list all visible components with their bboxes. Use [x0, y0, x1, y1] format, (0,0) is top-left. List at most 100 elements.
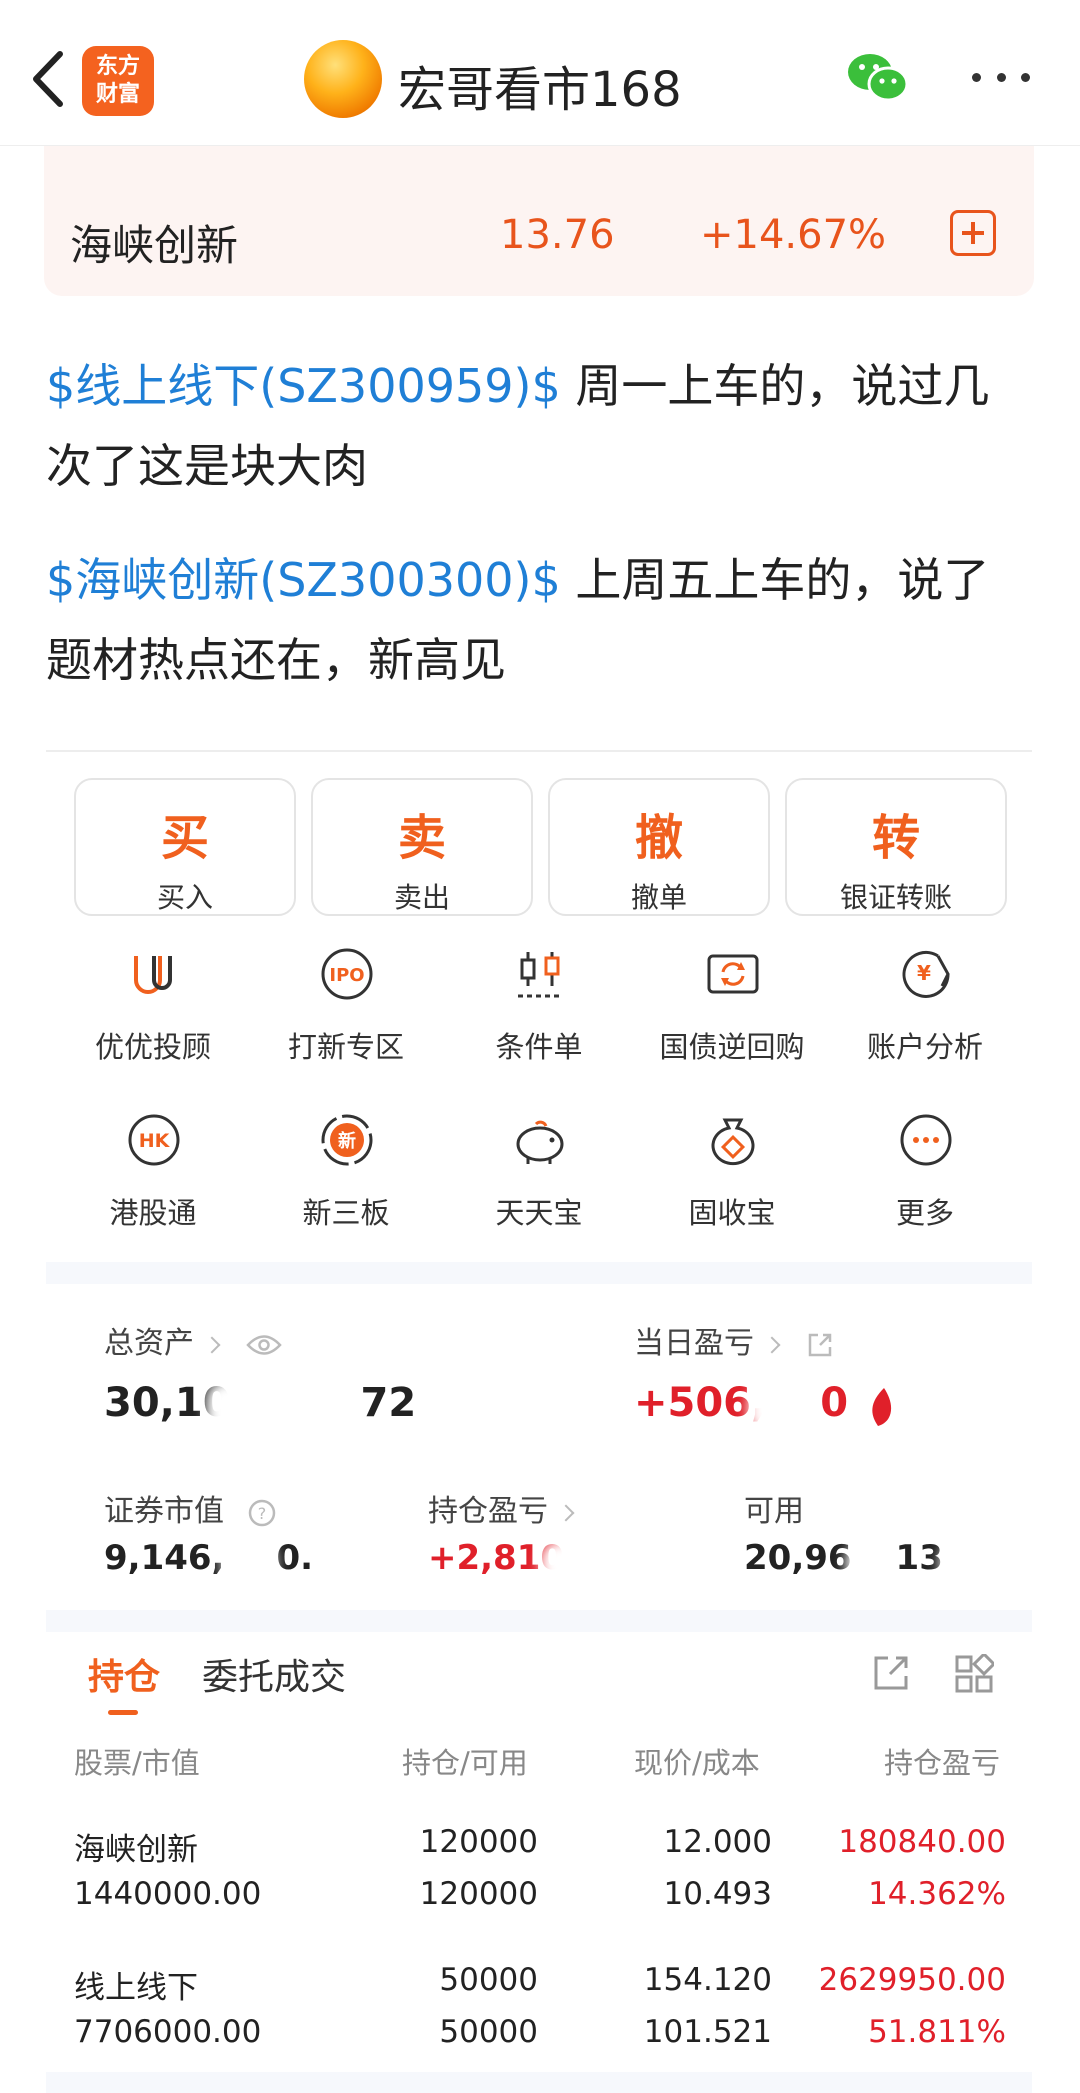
- available-value: 20,96 13: [744, 1538, 943, 1578]
- post-text: 周一上车的，说过几: [560, 359, 990, 413]
- daily-pl-label-text: 当日盈亏: [634, 1326, 754, 1361]
- grid-item-bond-repo[interactable]: 国债逆回购: [637, 946, 827, 1066]
- grid-item-account-analysis[interactable]: ¥ 账户分析: [830, 946, 1020, 1066]
- new-third-board-icon: 新: [321, 1114, 373, 1166]
- row-available: 50000: [439, 2014, 538, 2050]
- daily-pl-label[interactable]: 当日盈亏: [634, 1318, 834, 1362]
- external-link-icon[interactable]: [872, 1654, 910, 1692]
- ipo-icon: IPO: [321, 948, 373, 1000]
- row-market-value: 7706000.00: [74, 2014, 262, 2050]
- transfer-button[interactable]: 转 银证转账: [785, 778, 1007, 916]
- piggy-bank-icon: [516, 1120, 564, 1164]
- avatar[interactable]: [304, 40, 382, 118]
- stock-link-hxcx[interactable]: $海峡创新(SZ300300)$: [46, 553, 561, 607]
- grid-item-new-third-board[interactable]: 新 新三板: [251, 1112, 441, 1232]
- help-icon[interactable]: ?: [248, 1499, 276, 1527]
- row-position: 120000: [419, 1824, 538, 1860]
- tab-underline: [108, 1710, 138, 1715]
- more-menu-button[interactable]: [966, 62, 1036, 92]
- total-assets-label-text: 总资产: [104, 1326, 194, 1361]
- sell-glyph: 卖: [397, 810, 446, 866]
- row-stock-name: 海峡创新: [74, 1832, 198, 1868]
- section-separator: [46, 1262, 1032, 1284]
- flame-icon: [872, 1388, 892, 1426]
- new-badge: 新: [338, 1130, 356, 1152]
- app-logo[interactable]: 东方财富: [82, 46, 154, 116]
- market-value-b: 0.: [276, 1538, 314, 1578]
- layout-grid-icon[interactable]: [954, 1654, 994, 1694]
- hk-icon: HK: [128, 1114, 180, 1166]
- privacy-blur: [222, 1540, 276, 1586]
- stock-name: 海峡创新: [70, 221, 239, 270]
- grid-label: 港股通: [109, 1196, 197, 1230]
- share-icon[interactable]: [806, 1331, 834, 1359]
- row-cost: 10.493: [663, 1876, 772, 1912]
- post-paragraph-1: $线上线下(SZ300959)$ 周一上车的，说过几 次了这是块大肉: [46, 346, 1046, 506]
- market-value-a: 9,146,: [104, 1538, 225, 1578]
- grid-label: 账户分析: [866, 1030, 983, 1064]
- grid-item-ipo[interactable]: IPO 打新专区: [251, 946, 441, 1066]
- cancel-order-button[interactable]: 撤 撤单: [548, 778, 770, 916]
- page-title: 宏哥看市168: [398, 62, 682, 118]
- hk-badge: HK: [139, 1130, 171, 1152]
- add-watchlist-button[interactable]: [950, 210, 996, 256]
- grid-item-hk[interactable]: HK 港股通: [58, 1112, 248, 1232]
- post-text: 上周五上车的，说了: [560, 553, 990, 607]
- daily-pl-value: +506, 0: [634, 1380, 848, 1426]
- wechat-icon: [848, 54, 909, 102]
- stock-row[interactable]: 海峡创新 13.76 +14.67%: [44, 200, 1034, 270]
- privacy-blur: [540, 1540, 660, 1586]
- grid-item-more[interactable]: 更多: [830, 1112, 1020, 1232]
- available-label-text: 可用: [744, 1494, 804, 1529]
- transfer-glyph: 转: [871, 810, 920, 866]
- stock-link-xsxx[interactable]: $线上线下(SZ300959)$: [46, 359, 561, 413]
- buy-label: 买入: [156, 881, 213, 914]
- stock-change: +14.67%: [700, 212, 887, 258]
- tab-holdings[interactable]: 持仓: [88, 1648, 160, 1700]
- app-logo-text: 东方财富: [95, 54, 140, 107]
- row-pl-pct: 14.362%: [868, 1876, 1006, 1912]
- cancel-glyph: 撤: [634, 810, 683, 866]
- privacy-blur: [940, 1540, 990, 1586]
- total-assets-label[interactable]: 总资产: [104, 1318, 282, 1362]
- market-value-value: 9,146, 0.: [104, 1538, 313, 1578]
- section-separator: [46, 2072, 1032, 2093]
- holding-pl-label-text: 持仓盈亏: [428, 1494, 548, 1529]
- grid-item-youyou[interactable]: 优优投顾: [58, 946, 248, 1066]
- youyou-icon: [134, 956, 172, 994]
- row-price: 154.120: [643, 1962, 772, 1998]
- back-button[interactable]: [18, 44, 78, 114]
- grid-item-gushoubao[interactable]: 固收宝: [637, 1112, 827, 1232]
- sell-button[interactable]: 卖 卖出: [311, 778, 533, 916]
- account-analysis-icon: ¥: [902, 950, 950, 998]
- wechat-share-button[interactable]: [846, 50, 910, 106]
- total-assets-value-b: 72: [360, 1380, 417, 1426]
- section-separator: [46, 1610, 1032, 1632]
- privacy-blur: [206, 1380, 336, 1436]
- row-position: 50000: [439, 1962, 538, 1998]
- daily-pl-value-b: 0: [820, 1380, 849, 1426]
- transfer-label: 银证转账: [839, 881, 952, 914]
- cancel-label: 撤单: [630, 881, 687, 914]
- grid-label: 更多: [895, 1196, 954, 1230]
- sell-label: 卖出: [393, 881, 450, 914]
- more-icon: [900, 1114, 952, 1166]
- buy-button[interactable]: 买 买入: [74, 778, 296, 916]
- eye-icon[interactable]: [245, 1334, 282, 1356]
- bond-repo-icon: [707, 954, 759, 994]
- condition-order-icon: [518, 952, 562, 998]
- market-value-label[interactable]: 证券市值 ?: [104, 1486, 276, 1530]
- grid-item-tiantianbao[interactable]: 天天宝: [444, 1112, 634, 1232]
- grid-label: 天天宝: [495, 1196, 583, 1230]
- privacy-blur: [846, 1540, 888, 1586]
- market-value-label-text: 证券市值: [104, 1494, 224, 1529]
- row-price: 12.000: [663, 1824, 772, 1860]
- row-pl-pct: 51.811%: [868, 2014, 1006, 2050]
- grid-label: 国债逆回购: [659, 1030, 805, 1064]
- money-bag-icon: [711, 1118, 755, 1166]
- post-text: 次了这是块大肉: [46, 439, 368, 493]
- grid-item-condition-order[interactable]: 条件单: [444, 946, 634, 1066]
- holding-pl-label[interactable]: 持仓盈亏: [428, 1486, 575, 1530]
- tab-orders[interactable]: 委托成交: [202, 1648, 346, 1700]
- grid-label: 优优投顾: [94, 1030, 211, 1064]
